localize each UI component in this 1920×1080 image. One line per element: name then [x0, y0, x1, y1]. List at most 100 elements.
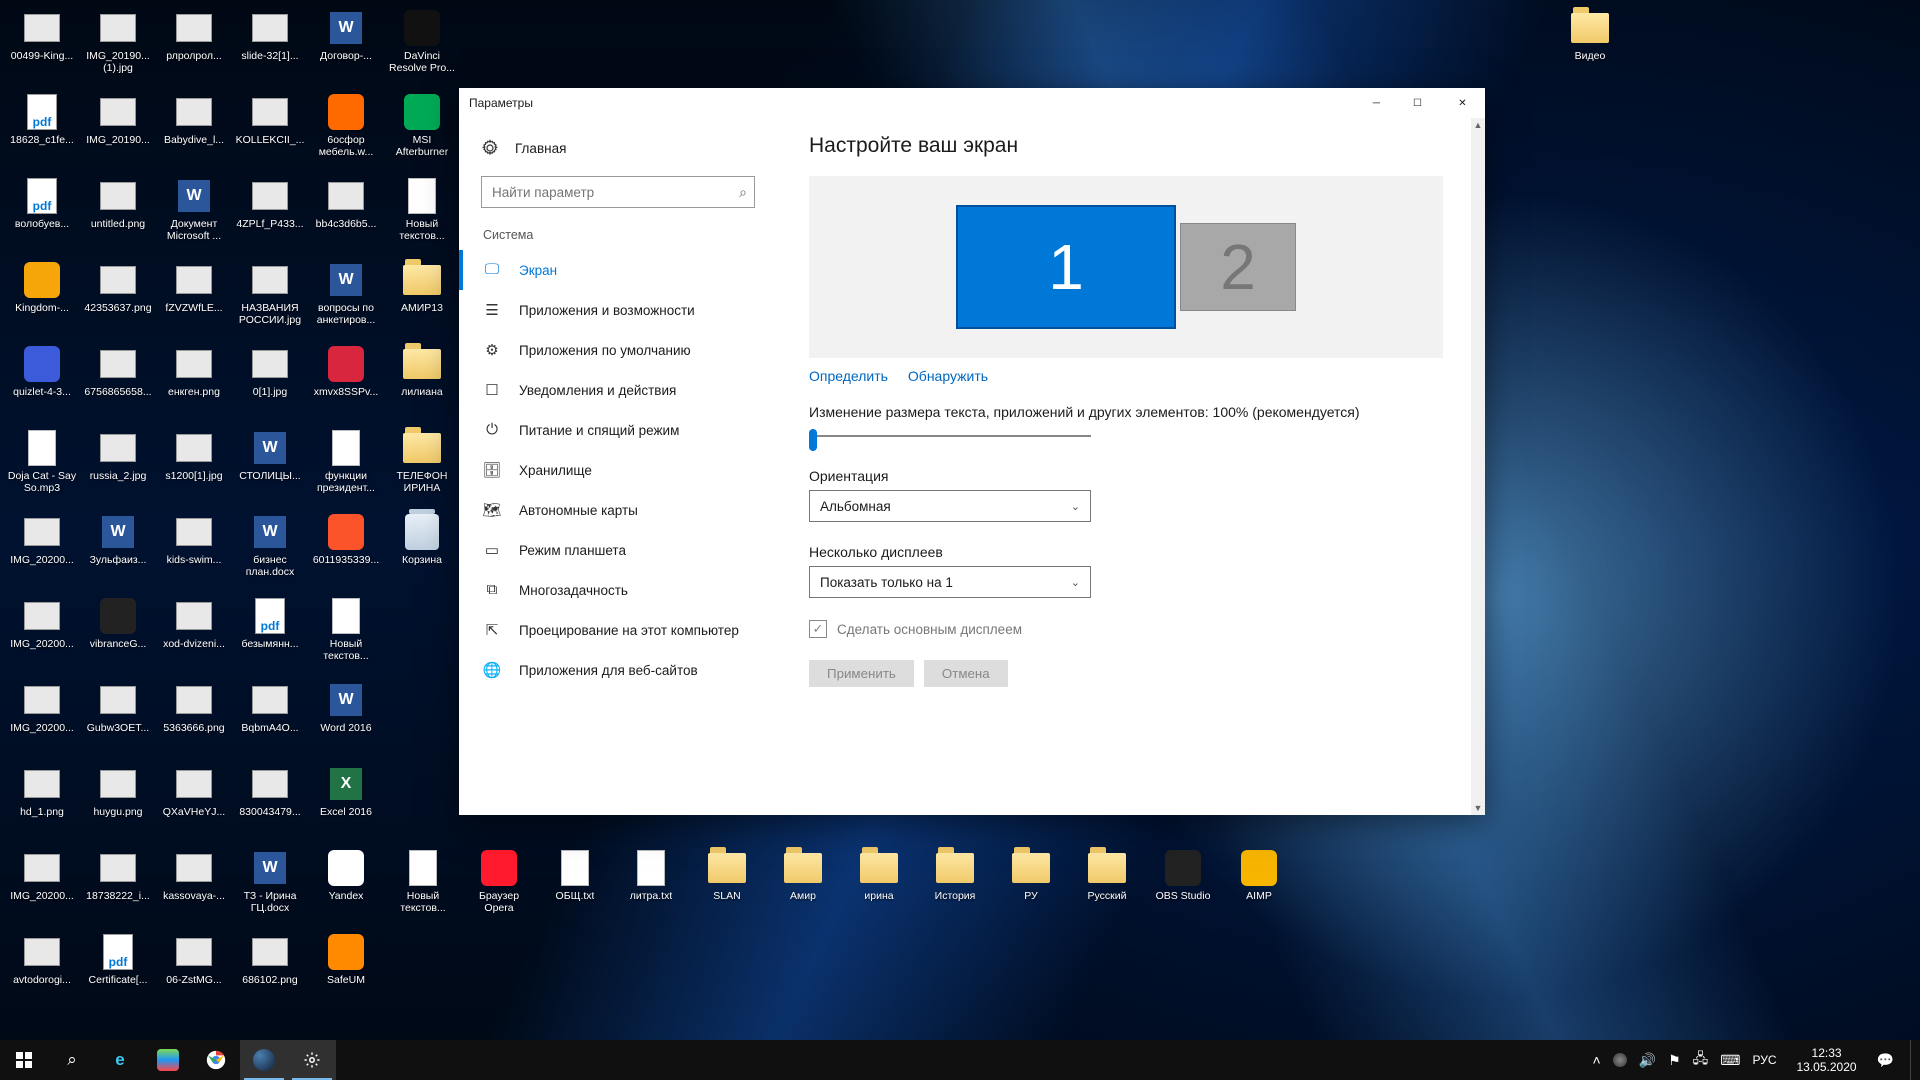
maximize-button[interactable]: ☐ [1395, 88, 1440, 118]
desktop-icon[interactable]: ирина [841, 844, 917, 928]
desktop-icon[interactable]: 18738222_i... [80, 844, 156, 928]
tray-overflow-icon[interactable]: ˄ [1592, 1052, 1600, 1068]
sidebar-item[interactable]: ☐Уведомления и действия [481, 370, 755, 410]
monitor-1[interactable]: 1 [956, 205, 1176, 329]
close-button[interactable]: ✕ [1440, 88, 1485, 118]
desktop-icon[interactable]: IMG_20200... [4, 676, 80, 760]
taskbar-chrome[interactable] [192, 1040, 240, 1080]
desktop-icon[interactable]: Yandex [308, 844, 384, 928]
identify-link[interactable]: Определить [809, 368, 888, 384]
volume-icon[interactable]: 🔊 [1639, 1052, 1656, 1069]
desktop-icon[interactable]: WДоговор-... [308, 4, 384, 88]
desktop-icon[interactable]: Новый текстов... [308, 592, 384, 676]
search-input[interactable] [481, 176, 755, 208]
desktop-icon[interactable]: 686102.png [232, 928, 308, 1012]
desktop-icon[interactable]: fZVZWfLE... [156, 256, 232, 340]
slider-thumb[interactable] [809, 429, 817, 451]
desktop-icon[interactable]: 5363666.png [156, 676, 232, 760]
sidebar-item[interactable]: ⧉Многозадачность [481, 570, 755, 610]
desktop-icon[interactable]: Корзина [384, 508, 460, 592]
security-icon[interactable]: ⚑ [1668, 1052, 1681, 1069]
sidebar-item[interactable]: ▭Режим планшета [481, 530, 755, 570]
desktop-icon[interactable]: AIMP [1221, 844, 1297, 928]
desktop-icon[interactable]: QXaVHeYJ... [156, 760, 232, 844]
monitor-2[interactable]: 2 [1180, 223, 1296, 311]
desktop-icon[interactable]: pdfCertificate[... [80, 928, 156, 1012]
desktop-icon[interactable]: WСТОЛИЦЫ... [232, 424, 308, 508]
desktop-icon[interactable]: Русский [1069, 844, 1145, 928]
desktop-icon[interactable]: hd_1.png [4, 760, 80, 844]
desktop-icon[interactable]: Амир [765, 844, 841, 928]
desktop-icon[interactable]: функции президент... [308, 424, 384, 508]
desktop-icon[interactable]: OBS Studio [1145, 844, 1221, 928]
desktop-icon[interactable]: 6осфор мебель.w... [308, 88, 384, 172]
desktop-icon[interactable]: s1200[1].jpg [156, 424, 232, 508]
desktop-icon[interactable]: pdfбезымянн... [232, 592, 308, 676]
desktop-icon[interactable]: енкген.png [156, 340, 232, 424]
desktop-icon[interactable]: ОБЩ.txt [537, 844, 613, 928]
desktop-icon[interactable]: IMG_20190... (1).jpg [80, 4, 156, 88]
desktop-icon[interactable]: xmvx8SSPv... [308, 340, 384, 424]
desktop-icon[interactable]: Kingdom-... [4, 256, 80, 340]
sidebar-item[interactable]: 🗄Хранилище [481, 450, 755, 490]
desktop-icon[interactable]: Doja Cat - Say So.mp3 [4, 424, 80, 508]
desktop-icon[interactable]: avtodorogi... [4, 928, 80, 1012]
desktop-icon-video[interactable]: Видео [1552, 4, 1628, 88]
desktop-icon[interactable]: IMG_20190... [80, 88, 156, 172]
taskbar-clock[interactable]: 12:33 13.05.2020 [1789, 1046, 1865, 1074]
steam-tray-icon[interactable] [1613, 1053, 1627, 1067]
desktop-icon[interactable]: IMG_20200... [4, 844, 80, 928]
detect-link[interactable]: Обнаружить [908, 368, 988, 384]
desktop-icon[interactable]: Новый текстов... [385, 844, 461, 928]
desktop-icon[interactable]: MSI Afterburner [384, 88, 460, 172]
desktop-icon[interactable]: bb4c3d6b5... [308, 172, 384, 256]
desktop-icon[interactable]: 6011935339... [308, 508, 384, 592]
window-titlebar[interactable]: Параметры ─ ☐ ✕ [459, 88, 1485, 118]
desktop-icon[interactable]: Babydive_l... [156, 88, 232, 172]
desktop-icon[interactable]: DaVinci Resolve Pro... [384, 4, 460, 88]
content-scrollbar[interactable]: ▲ ▼ [1471, 118, 1485, 815]
network-icon[interactable]: 🖧 [1693, 1048, 1709, 1072]
desktop-icon[interactable]: xod-dvizeni... [156, 592, 232, 676]
show-desktop-button[interactable] [1910, 1040, 1916, 1080]
desktop-icon[interactable]: untitled.png [80, 172, 156, 256]
taskbar-search[interactable]: ⌕ [48, 1040, 96, 1080]
desktop-icon[interactable]: WWord 2016 [308, 676, 384, 760]
sidebar-item[interactable]: ⇱Проецирование на этот компьютер [481, 610, 755, 650]
sidebar-item[interactable]: ⚙Приложения по умолчанию [481, 330, 755, 370]
desktop-icon[interactable]: vibranceG... [80, 592, 156, 676]
desktop-icon[interactable]: Новый текстов... [384, 172, 460, 256]
desktop-icon[interactable]: kassovaya-... [156, 844, 232, 928]
desktop-icon[interactable]: Wвопросы по анкетиров... [308, 256, 384, 340]
desktop-icon[interactable]: АМИР13 [384, 256, 460, 340]
desktop-icon[interactable]: 6756865658... [80, 340, 156, 424]
start-button[interactable] [0, 1040, 48, 1080]
desktop-icon[interactable]: WТЗ - Ирина ГЦ.docx [232, 844, 308, 928]
desktop-icon[interactable]: ТЕЛЕФОН ИРИНА [384, 424, 460, 508]
desktop-icon[interactable]: quizlet-4-3... [4, 340, 80, 424]
desktop-icon[interactable]: НАЗВАНИЯ РОССИИ.jpg [232, 256, 308, 340]
taskbar-bluestacks[interactable] [144, 1040, 192, 1080]
desktop-icon[interactable]: huygu.png [80, 760, 156, 844]
desktop-icon[interactable]: kids-swim... [156, 508, 232, 592]
desktop-icon[interactable]: рлролрол... [156, 4, 232, 88]
desktop-icon[interactable]: WДокумент Microsoft ... [156, 172, 232, 256]
sidebar-item[interactable]: ☰Приложения и возможности [481, 290, 755, 330]
desktop-icon[interactable]: 830043479... [232, 760, 308, 844]
desktop-icon[interactable]: SafeUM [308, 928, 384, 1012]
desktop-icon[interactable]: BqbmA4O... [232, 676, 308, 760]
desktop-icon[interactable]: russia_2.jpg [80, 424, 156, 508]
desktop-icon[interactable]: 0[1].jpg [232, 340, 308, 424]
desktop-icon[interactable]: 00499-King... [4, 4, 80, 88]
desktop-icon[interactable]: pdf18628_c1fe... [4, 88, 80, 172]
sidebar-item[interactable]: 🖵Экран [481, 250, 755, 290]
desktop-icon[interactable]: pdfволобуев... [4, 172, 80, 256]
orientation-select[interactable]: Альбомная ⌄ [809, 490, 1091, 522]
taskbar-steam[interactable] [240, 1040, 288, 1080]
scroll-down-icon[interactable]: ▼ [1471, 801, 1485, 815]
input-icon[interactable]: ⌨ [1720, 1052, 1740, 1069]
scale-slider[interactable] [809, 426, 1091, 446]
desktop-icon[interactable]: KOLLEKCII_... [232, 88, 308, 172]
desktop-icon[interactable]: SLAN [689, 844, 765, 928]
scroll-up-icon[interactable]: ▲ [1471, 118, 1485, 132]
